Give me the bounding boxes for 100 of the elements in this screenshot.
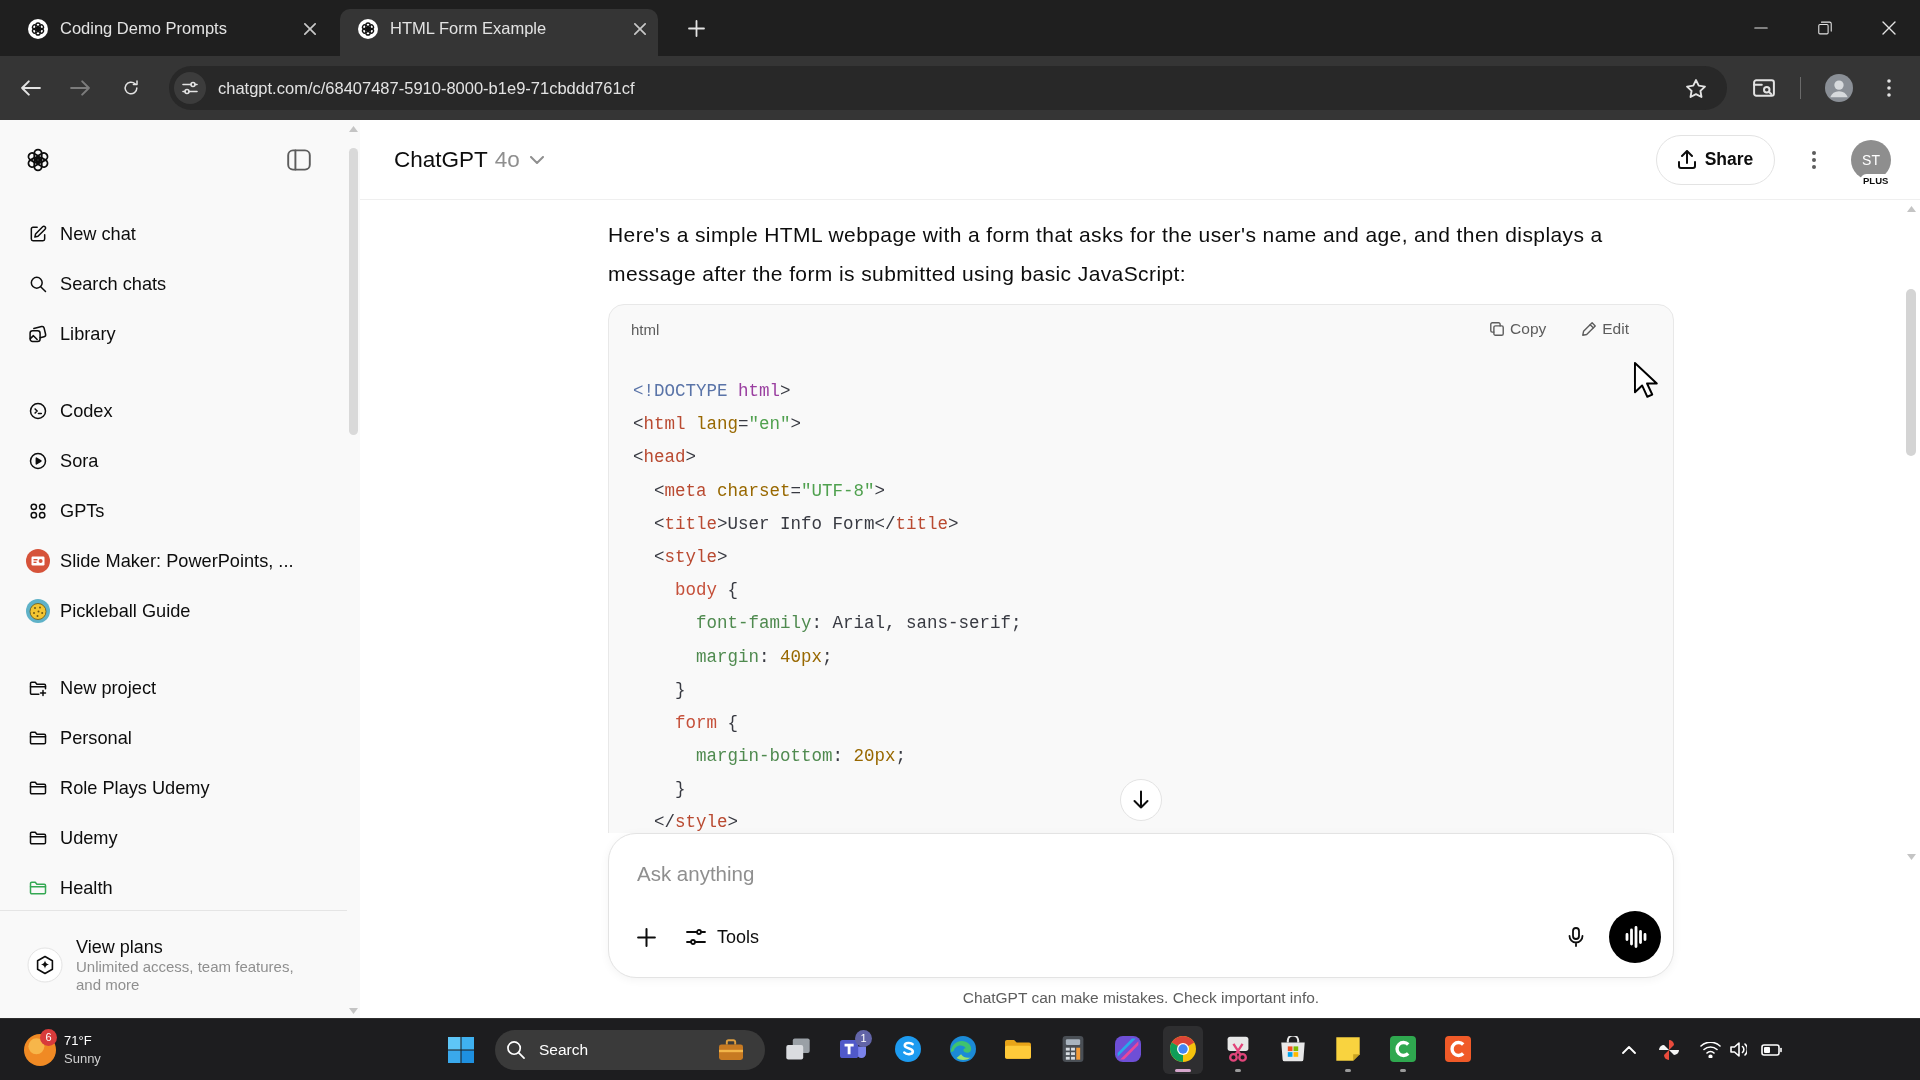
terminal-circle-icon — [28, 401, 48, 421]
sidebar-item[interactable]: Codex — [8, 386, 339, 436]
copy-button[interactable]: Copy — [1490, 320, 1547, 338]
close-icon[interactable] — [1882, 21, 1896, 35]
rounded-square-icon — [1115, 1035, 1141, 1062]
sidebar-item[interactable]: Role Plays Udemy — [8, 763, 339, 813]
tools-button[interactable]: Tools — [686, 926, 760, 948]
upload-icon — [1677, 150, 1696, 169]
menu-icon[interactable] — [1887, 79, 1891, 97]
sidebar-item[interactable]: Health — [8, 863, 339, 910]
taskbar-button[interactable] — [1163, 1025, 1203, 1074]
sidebar-item[interactable]: New chat — [8, 209, 339, 259]
avatar-icon[interactable] — [1825, 74, 1853, 102]
c-tile-icon — [1445, 1035, 1471, 1062]
sidebar-item[interactable]: New project — [8, 663, 339, 713]
swirl-icon — [950, 1035, 976, 1062]
code-line: } — [674, 678, 686, 702]
menu-icon[interactable] — [1812, 149, 1816, 170]
sidebar-item[interactable]: Search chats — [8, 259, 339, 309]
view-plans-link[interactable]: View plans — [76, 935, 163, 958]
sliders-icon — [686, 929, 706, 945]
slide-icon — [26, 549, 50, 573]
calculator-icon — [1060, 1035, 1086, 1062]
browser-tab[interactable]: HTML Form Example — [340, 9, 658, 56]
code-line: margin: 40px; — [695, 645, 833, 669]
code-line: <head> — [633, 446, 697, 470]
play-circle-icon — [28, 451, 48, 471]
sidebar-item[interactable]: Pickleball Guide — [8, 586, 339, 636]
code-line: margin-bottom: 20px; — [695, 745, 907, 769]
browser-tab[interactable]: Coding Demo Prompts — [10, 9, 328, 56]
pencil-icon — [1582, 322, 1597, 336]
scrollbar-thumb[interactable] — [349, 148, 358, 435]
pencil-square-icon — [28, 224, 48, 244]
pinwheel-icon[interactable] — [1659, 1039, 1679, 1060]
code-line: <meta charset="UTF-8"> — [653, 479, 886, 503]
search-icon — [28, 274, 48, 294]
sound-wave-icon[interactable] — [1609, 911, 1661, 963]
sparkle-icon — [27, 946, 63, 983]
window-search-icon[interactable] — [1753, 79, 1775, 97]
code-language: html — [631, 320, 660, 338]
code-line: <!DOCTYPE html> — [633, 380, 791, 403]
images-icon — [28, 324, 48, 344]
sidebar-item[interactable]: Udemy — [8, 813, 339, 863]
segmented-circle-icon — [1170, 1035, 1196, 1062]
mouse-pointer-icon — [1633, 361, 1659, 400]
briefcase-icon — [719, 1039, 743, 1060]
circular-arrow-icon[interactable] — [121, 78, 141, 98]
edit-button[interactable]: Edit — [1582, 320, 1629, 338]
sticky-note-icon — [1335, 1035, 1361, 1062]
plan-description: Unlimited access, team features, and more — [76, 957, 295, 994]
close-icon[interactable] — [304, 22, 316, 35]
scissors-icon — [1225, 1035, 1251, 1062]
code-line: body { — [674, 579, 739, 603]
message-text: Here's a simple HTML webpage with a form that asks for the user's name and age, and then displays a message after the form is submitted using basic JavaScript: — [608, 222, 1604, 287]
chevron-down-icon — [529, 155, 544, 164]
plus-icon[interactable] — [637, 927, 656, 947]
code-line: } — [674, 778, 686, 802]
copy-icon — [1490, 322, 1505, 336]
four-squares-icon[interactable] — [448, 1036, 474, 1063]
knot-logo-icon[interactable] — [25, 147, 51, 173]
close-icon[interactable] — [634, 22, 646, 35]
wifi-icon[interactable] — [1700, 1041, 1721, 1058]
chevron-up-icon[interactable] — [1622, 1045, 1636, 1054]
address-bar[interactable]: chatgpt.com/c/68407487-5910-8000-b1e9-71cbddd761cf — [169, 66, 1727, 110]
disclaimer-text: ChatGPT can make mistakes. Check important info. — [962, 988, 1320, 1008]
share-button[interactable]: Share — [1656, 134, 1775, 185]
code-line: </style> — [653, 811, 739, 833]
four-circles-icon — [28, 501, 48, 521]
search-button[interactable]: Search — [495, 1029, 765, 1070]
knot-logo-icon — [28, 18, 48, 39]
model-selector[interactable]: ChatGPT 4o — [394, 146, 544, 173]
code-line: <style> — [653, 545, 728, 569]
message-composer[interactable]: Ask anything Tools — [608, 833, 1674, 978]
c-tile-icon — [1390, 1035, 1416, 1062]
star-icon[interactable] — [1686, 78, 1706, 98]
sidebar-item[interactable]: Personal — [8, 713, 339, 763]
panel-icon[interactable] — [287, 149, 311, 171]
sidebar-item[interactable]: Slide Maker: PowerPoints, ... — [8, 536, 339, 586]
weather-condition-text: Sunny — [64, 1049, 101, 1068]
sidebar-item[interactable]: Sora — [8, 436, 339, 486]
sliders-icon[interactable] — [174, 72, 206, 104]
temperature-text: 71°F — [64, 1031, 92, 1050]
battery-icon[interactable] — [1761, 1043, 1782, 1056]
left-arrow-icon[interactable] — [21, 79, 41, 97]
wave-circle-icon — [895, 1035, 921, 1062]
message-input[interactable]: Ask anything — [627, 844, 1661, 904]
microphone-icon[interactable] — [1568, 927, 1584, 947]
squares-icon[interactable] — [1818, 21, 1832, 35]
sidebar-item[interactable]: Library — [8, 309, 339, 359]
shopping-bag-icon — [1280, 1035, 1306, 1062]
notification-badge: 6 — [40, 1028, 57, 1046]
notification-badge: 1 — [855, 1029, 872, 1047]
code-line: <title>User Info Form</title> — [653, 512, 959, 536]
scrollbar-thumb[interactable] — [1906, 289, 1916, 456]
knot-logo-icon — [358, 18, 378, 39]
sidebar-item[interactable]: GPTs — [8, 486, 339, 536]
code-line: font-family: Arial, sans-serif; — [695, 612, 1022, 636]
speaker-icon[interactable] — [1730, 1042, 1747, 1057]
taskbar-button[interactable]: 1 — [833, 1025, 873, 1074]
code-line: <html lang="en"> — [633, 413, 802, 437]
